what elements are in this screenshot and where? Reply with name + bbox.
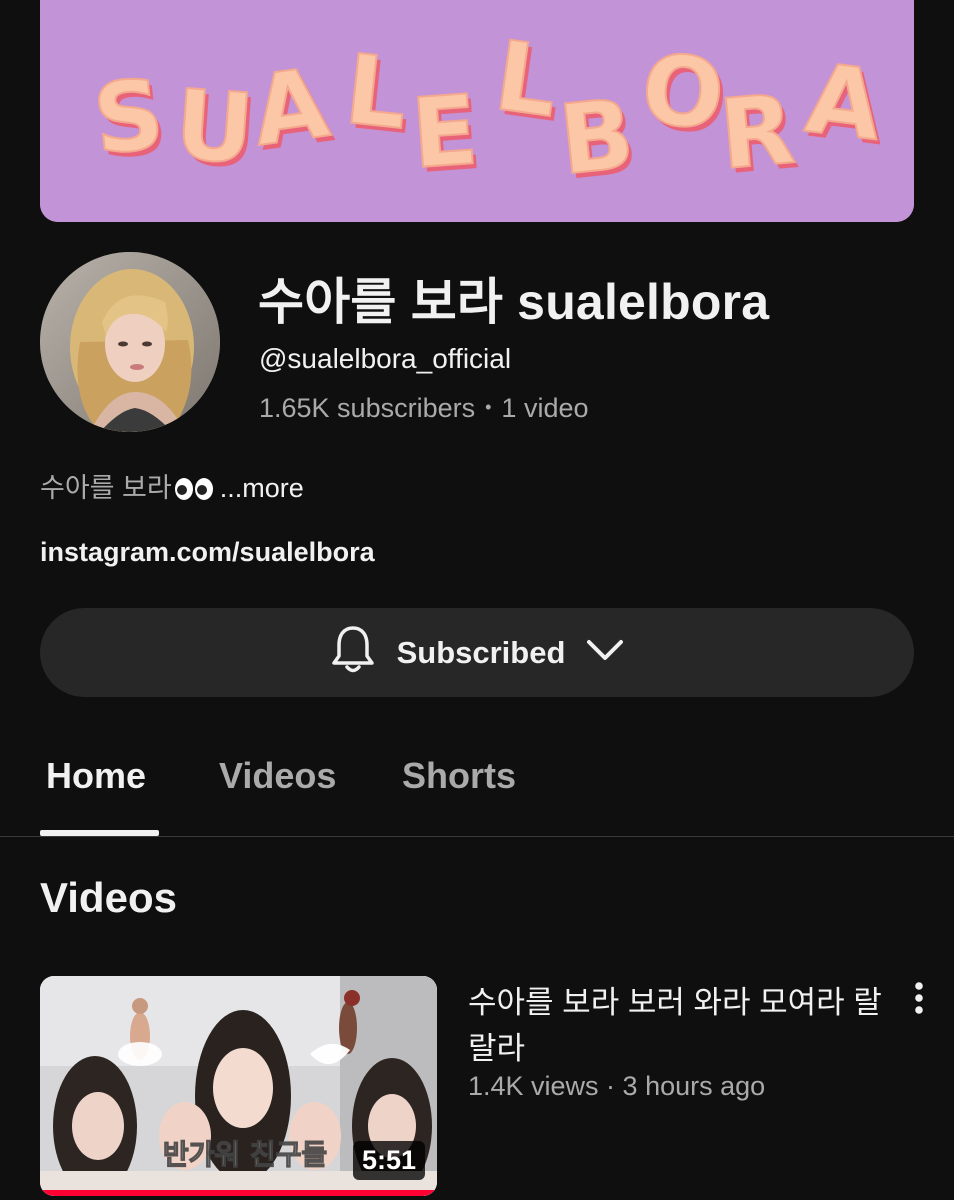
channel-tabs: Home Videos Shorts <box>0 735 954 837</box>
avatar-image <box>40 252 220 432</box>
svg-text:O: O <box>637 33 728 152</box>
section-title: Videos <box>40 874 177 921</box>
channel-handle: @sualelbora_official <box>259 343 512 374</box>
tab-home[interactable]: Home <box>46 755 146 797</box>
tab-shorts[interactable]: Shorts <box>402 755 516 797</box>
svg-text:B: B <box>554 78 638 197</box>
video-meta: 1.4K views · 3 hours ago <box>468 1071 766 1101</box>
subscriber-count: 1.65K subscribers <box>259 393 476 423</box>
active-tab-indicator <box>40 830 159 836</box>
watch-progress-bar <box>40 1190 437 1196</box>
more-options-icon[interactable] <box>904 980 934 1020</box>
channel-name: 수아를 보라 sualelbora <box>258 274 770 330</box>
channel-avatar[interactable] <box>40 252 220 432</box>
video-thumbnail[interactable]: 반가워 친구들 5:51 <box>40 976 437 1196</box>
more-link[interactable]: ...more <box>220 473 304 503</box>
video-title[interactable]: 수아를 보라 보러 와라 모여라 랄랄라 <box>468 980 888 1072</box>
svg-text:U: U <box>172 68 258 185</box>
video-duration: 5:51 <box>352 1141 425 1180</box>
channel-external-link[interactable]: instagram.com/sualelbora <box>40 537 375 568</box>
svg-text:L: L <box>340 33 413 151</box>
description-text: 수아를 보라 <box>40 473 172 503</box>
banner-artwork: S U A L E L B O R A S U A L E L B O R A <box>40 0 914 222</box>
svg-text:A: A <box>246 47 335 168</box>
channel-description[interactable]: 수아를 보라 ...more <box>40 466 304 508</box>
eyes-emoji-icon <box>174 477 214 508</box>
tab-videos[interactable]: Videos <box>219 755 336 797</box>
subscribed-button[interactable]: Subscribed <box>40 608 914 697</box>
stats-separator: • <box>485 397 492 417</box>
thumbnail-caption: 반가워 친구들 <box>163 1138 327 1171</box>
svg-text:A: A <box>800 42 887 162</box>
channel-banner: S U A L E L B O R A S U A L E L B O R A <box>40 0 914 222</box>
bell-icon <box>329 623 377 682</box>
channel-page: S U A L E L B O R A S U A L E L B O R A … <box>0 0 954 1200</box>
channel-stats: 1.65K subscribers • 1 video <box>259 393 589 424</box>
chevron-down-icon <box>585 636 625 669</box>
video-count: 1 video <box>501 393 589 423</box>
subscribed-label: Subscribed <box>396 634 566 670</box>
svg-text:E: E <box>408 74 481 190</box>
svg-text:R: R <box>715 73 798 191</box>
svg-text:S: S <box>88 58 168 177</box>
